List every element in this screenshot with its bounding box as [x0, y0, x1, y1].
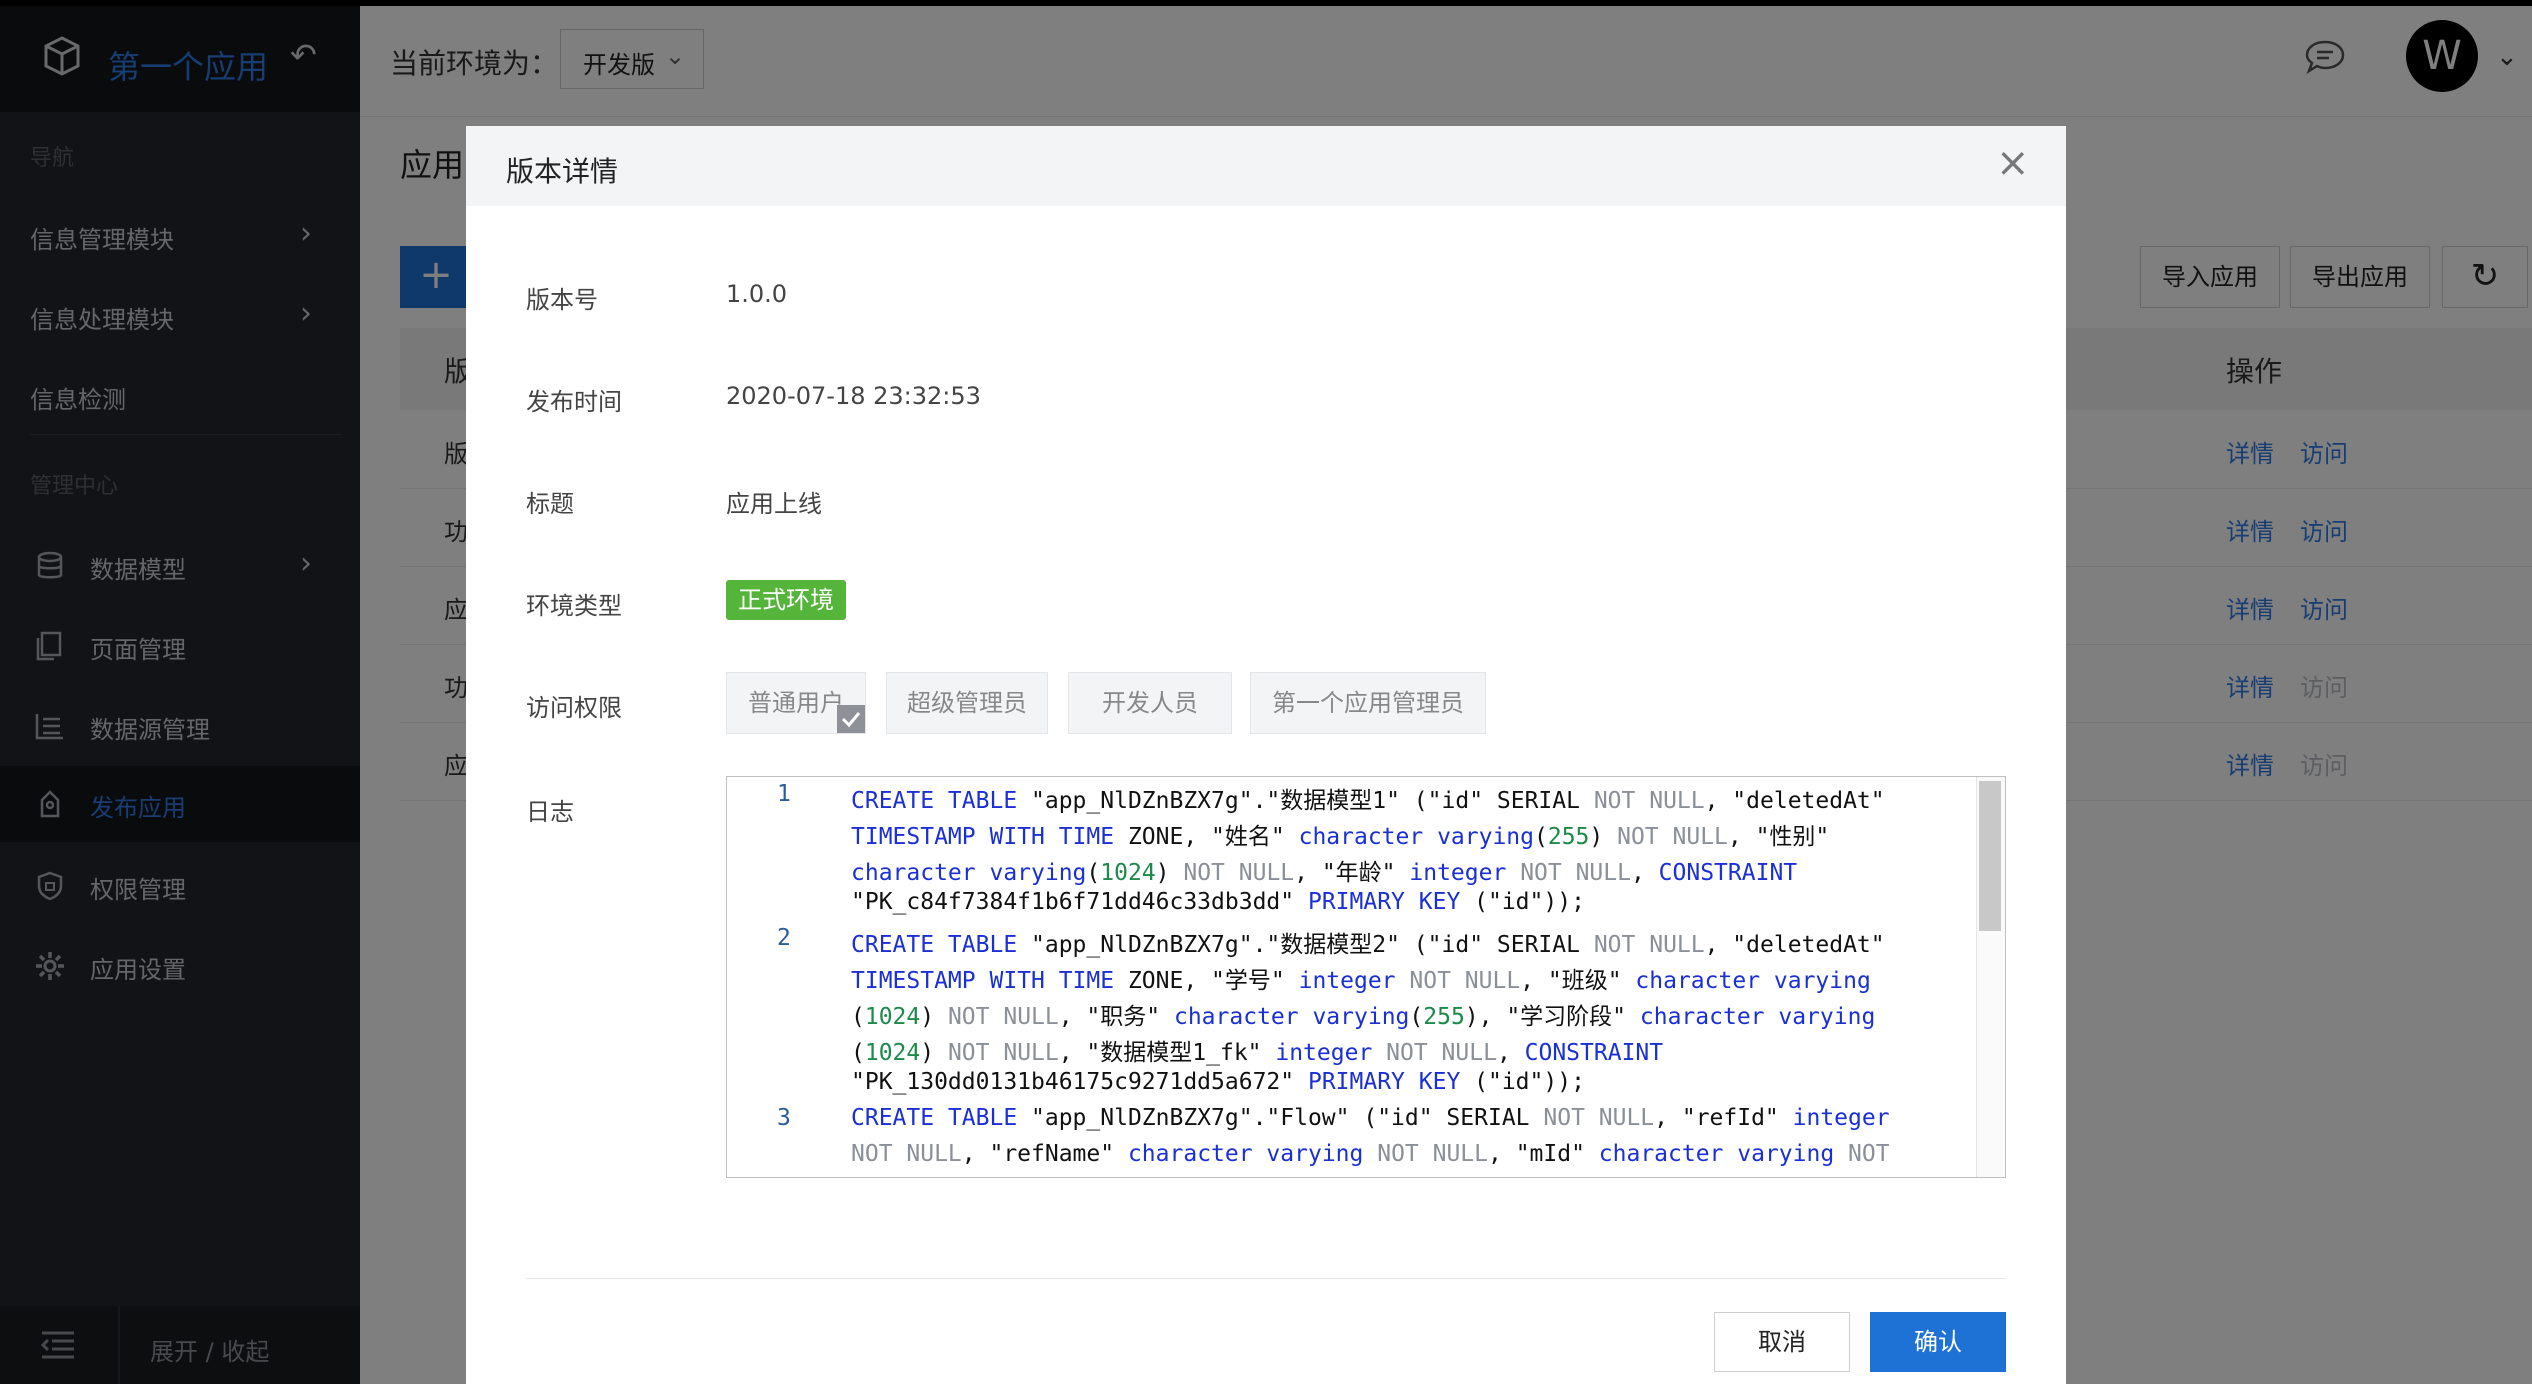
publish-time-value: 2020-07-18 23:32:53	[726, 382, 981, 410]
permission-label: 访问权限	[526, 694, 622, 722]
code-line: (1024) NOT NULL, "数据模型1_fk" integer NOT …	[851, 1040, 1664, 1066]
permission-chip-developer[interactable]: 开发人员	[1068, 672, 1232, 734]
confirm-button[interactable]: 确认	[1870, 1312, 2006, 1372]
line-number: 2	[777, 925, 791, 951]
close-icon[interactable]: ×	[1996, 140, 2030, 186]
permission-chip-normal-user[interactable]: 普通用户	[726, 672, 866, 734]
check-icon	[837, 705, 865, 733]
permission-chip-app-admin[interactable]: 第一个应用管理员	[1250, 672, 1486, 734]
code-line: NOT NULL, "refName" character varying NO…	[851, 1141, 1890, 1167]
version-detail-dialog: 版本详情 × 版本号 1.0.0 发布时间 2020-07-18 23:32:5…	[466, 126, 2066, 1384]
dialog-footer-divider	[526, 1278, 2006, 1279]
permission-chip-label: 第一个应用管理员	[1272, 689, 1464, 717]
env-type-badge: 正式环境	[726, 580, 846, 620]
dialog-title: 版本详情	[506, 155, 619, 188]
log-label: 日志	[526, 798, 574, 826]
code-scrollbar-thumb[interactable]	[1979, 781, 2001, 931]
code-line: CREATE TABLE "app_NlDZnBZX7g"."数据模型1" ("…	[851, 788, 1885, 814]
code-line: CREATE TABLE "app_NlDZnBZX7g"."数据模型2" ("…	[851, 932, 1885, 958]
code-line: "PK_c84f7384f1b6f71dd46c33db3dd" PRIMARY…	[851, 889, 1585, 915]
code-line: "PK_130dd0131b46175c9271dd5a672" PRIMARY…	[851, 1069, 1585, 1095]
publish-time-label: 发布时间	[526, 388, 622, 416]
env-type-label: 环境类型	[526, 592, 622, 620]
permission-chip-label: 开发人员	[1102, 689, 1198, 717]
code-line: TIMESTAMP WITH TIME ZONE, "学号" integer N…	[851, 968, 1871, 994]
code-line: (1024) NOT NULL, "职务" character varying(…	[851, 1004, 1876, 1030]
title-label: 标题	[526, 490, 574, 518]
cancel-button[interactable]: 取消	[1714, 1312, 1850, 1372]
permission-chip-super-admin[interactable]: 超级管理员	[886, 672, 1048, 734]
code-line: TIMESTAMP WITH TIME ZONE, "姓名" character…	[851, 824, 1830, 850]
log-code-viewer[interactable]: 1 CREATE TABLE "app_NlDZnBZX7g"."数据模型1" …	[726, 776, 2006, 1178]
version-label: 版本号	[526, 286, 598, 314]
permission-chip-label: 超级管理员	[907, 689, 1027, 717]
dialog-header: 版本详情 ×	[466, 126, 2066, 206]
title-value: 应用上线	[726, 490, 822, 518]
code-line: CREATE TABLE "app_NlDZnBZX7g"."Flow" ("i…	[851, 1105, 1890, 1131]
permission-chip-label: 普通用户	[748, 689, 844, 717]
code-scrollbar[interactable]	[1976, 777, 2005, 1177]
line-number: 3	[777, 1105, 791, 1131]
code-line: character varying(1024) NOT NULL, "年龄" i…	[851, 860, 1798, 886]
line-number: 1	[777, 781, 791, 807]
version-value: 1.0.0	[726, 280, 788, 308]
